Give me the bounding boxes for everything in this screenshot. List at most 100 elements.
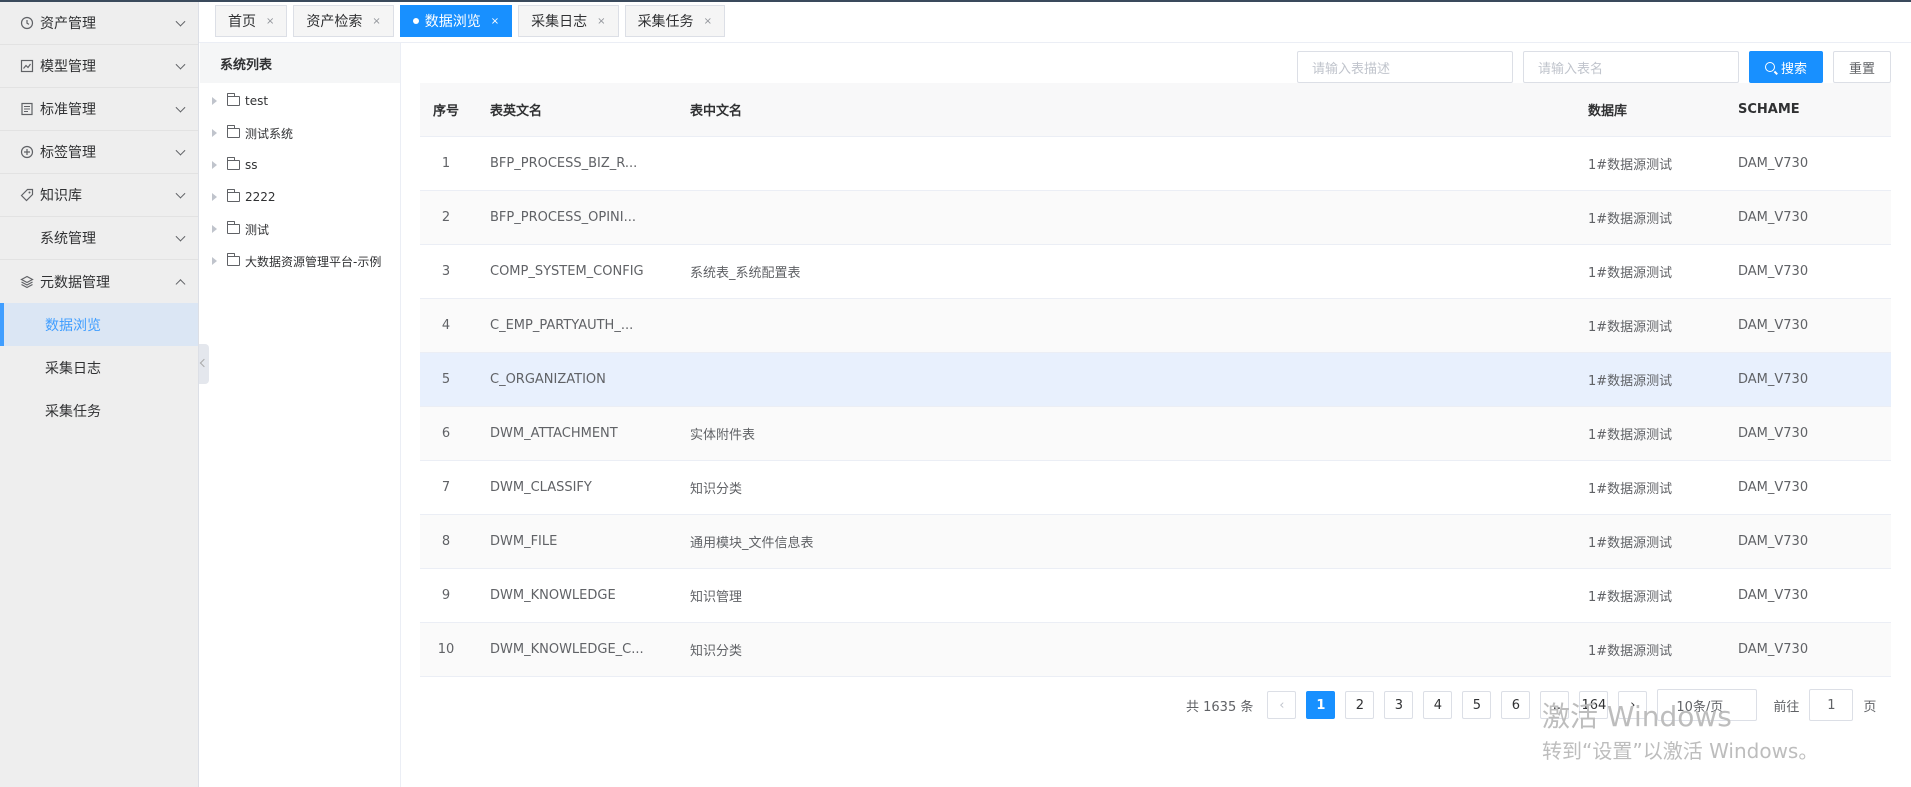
table-row[interactable]: 5 C_ORGANIZATION 1#数据源测试 DAM_V730	[420, 353, 1891, 407]
chevron-up-icon	[175, 278, 186, 289]
cell-database: 1#数据源测试	[1588, 482, 1673, 497]
tab-label: 首页	[228, 14, 256, 30]
search-button-label: 搜索	[1780, 61, 1807, 77]
sidebar-item-standard[interactable]: 标准管理	[0, 88, 198, 131]
table-row[interactable]: 8 DWM_FILE 通用模块_文件信息表 1#数据源测试 DAM_V730	[420, 515, 1891, 569]
cell-cn-name: 通用模块_文件信息表	[690, 536, 814, 551]
table-name-input[interactable]: 请输入表名	[1522, 51, 1739, 83]
caret-right-icon[interactable]	[212, 129, 217, 137]
cell-en-name: BFP_PROCESS_BIZ_R...	[490, 156, 638, 171]
sidebar-subitem-label: 采集日志	[45, 360, 101, 377]
sidebar-subitem-data-browse[interactable]: 数据浏览	[0, 303, 198, 346]
cell-schema: DAM_V730	[1738, 426, 1809, 441]
tab-collect-log[interactable]: 采集日志 ×	[518, 5, 619, 37]
search-bar: 请输入表描述 请输入表名 搜索 重置	[1296, 51, 1891, 83]
tag-icon	[20, 188, 34, 202]
caret-right-icon[interactable]	[212, 193, 217, 201]
cell-index: 6	[441, 426, 451, 441]
cell-en-name: DWM_KNOWLEDGE_C...	[490, 642, 644, 657]
search-button[interactable]: 搜索	[1748, 51, 1823, 83]
clock-icon	[20, 16, 34, 30]
cell-cn-name: 系统表_系统配置表	[690, 266, 801, 281]
caret-right-icon[interactable]	[212, 97, 217, 105]
sidebar-item-metadata[interactable]: 元数据管理	[0, 260, 198, 303]
caret-right-icon[interactable]	[212, 257, 217, 265]
cell-database: 1#数据源测试	[1588, 266, 1673, 281]
plus-circle-icon	[20, 145, 34, 159]
sidebar-item-tag[interactable]: 标签管理	[0, 131, 198, 174]
table-desc-input[interactable]: 请输入表描述	[1296, 51, 1513, 83]
table-row[interactable]: 1 BFP_PROCESS_BIZ_R... 1#数据源测试 DAM_V730	[420, 137, 1891, 191]
sidebar-item-system[interactable]: 系统管理	[0, 217, 198, 260]
sidebar-item-label: 资产管理	[40, 16, 96, 32]
page-button[interactable]: 6	[1501, 691, 1531, 719]
chevron-down-icon	[175, 102, 186, 113]
table-row[interactable]: 2 BFP_PROCESS_OPINI... 1#数据源测试 DAM_V730	[420, 191, 1891, 245]
sidebar-item-knowledge[interactable]: 知识库	[0, 174, 198, 217]
tree-node[interactable]: ss	[200, 149, 400, 181]
cell-schema: DAM_V730	[1738, 264, 1809, 279]
cell-database: 1#数据源测试	[1588, 590, 1673, 605]
cell-index: 1	[441, 156, 451, 171]
search-icon	[1764, 62, 1775, 72]
tab-label: 采集任务	[637, 14, 694, 30]
sidebar-item-asset[interactable]: 资产管理	[0, 2, 198, 45]
cell-schema: DAM_V730	[1738, 534, 1809, 549]
tab-collect-task[interactable]: 采集任务 ×	[624, 5, 725, 37]
watermark-line1: 激活 Windows	[1542, 700, 1732, 733]
cell-index: 8	[441, 534, 451, 549]
tab-asset-search[interactable]: 资产检索 ×	[293, 5, 394, 37]
table-row[interactable]: 9 DWM_KNOWLEDGE 知识管理 1#数据源测试 DAM_V730	[420, 569, 1891, 623]
close-icon[interactable]: ×	[266, 16, 274, 27]
page-button[interactable]: 2	[1345, 691, 1375, 719]
cell-database: 1#数据源测试	[1588, 428, 1673, 443]
reset-button[interactable]: 重置	[1832, 51, 1891, 83]
sidebar-item-label: 模型管理	[40, 59, 96, 75]
sidebar-item-label: 标准管理	[40, 102, 96, 118]
chart-icon	[20, 59, 34, 73]
table-row[interactable]: 6 DWM_ATTACHMENT 实体附件表 1#数据源测试 DAM_V730	[420, 407, 1891, 461]
caret-right-icon[interactable]	[212, 161, 217, 169]
close-icon[interactable]: ×	[597, 16, 605, 27]
table-row[interactable]: 3 COMP_SYSTEM_CONFIG 系统表_系统配置表 1#数据源测试 DAM_V…	[420, 245, 1891, 299]
folder-icon	[227, 157, 240, 170]
chevron-down-icon	[175, 145, 186, 156]
cell-index: 9	[441, 588, 451, 603]
tab-home[interactable]: 首页 ×	[215, 5, 288, 37]
cell-database: 1#数据源测试	[1588, 536, 1673, 551]
folder-icon	[227, 93, 240, 106]
table-row[interactable]: 7 DWM_CLASSIFY 知识分类 1#数据源测试 DAM_V730	[420, 461, 1891, 515]
tab-label: 资产检索	[306, 14, 363, 30]
table-row[interactable]: 4 C_EMP_PARTYAUTH_... 1#数据源测试 DAM_V730	[420, 299, 1891, 353]
close-icon[interactable]: ×	[704, 16, 712, 27]
cell-cn-name: 实体附件表	[690, 428, 756, 443]
close-icon[interactable]: ×	[491, 16, 499, 27]
tab-data-browse[interactable]: 数据浏览 ×	[399, 5, 513, 37]
cell-index: 10	[437, 642, 455, 657]
folder-icon	[227, 253, 240, 266]
sidebar-item-model[interactable]: 模型管理	[0, 45, 198, 88]
prev-page-button[interactable]: ‹	[1267, 691, 1297, 719]
close-icon[interactable]: ×	[372, 16, 380, 27]
sidebar-item-label: 元数据管理	[40, 274, 110, 291]
chevron-down-icon	[175, 231, 186, 242]
tree-node[interactable]: test	[200, 85, 400, 117]
sidebar-subitem-collect-task[interactable]: 采集任务	[0, 389, 198, 432]
cell-en-name: C_ORGANIZATION	[490, 372, 606, 387]
page-button[interactable]: 3	[1384, 691, 1414, 719]
table-row[interactable]: 10 DWM_KNOWLEDGE_C... 知识分类 1#数据源测试 DAM_V730	[420, 623, 1891, 677]
tree-node[interactable]: 测试系统	[200, 117, 400, 149]
cell-cn-name: 知识分类	[690, 644, 743, 659]
cell-en-name: DWM_FILE	[490, 534, 558, 549]
tree-node[interactable]: 测试	[200, 213, 400, 245]
page-button[interactable]: 1	[1306, 691, 1336, 719]
tree-node[interactable]: 大数据资源管理平台-示例	[200, 245, 400, 277]
sidebar-subitem-collect-log[interactable]: 采集日志	[0, 346, 198, 389]
cell-en-name: DWM_CLASSIFY	[490, 480, 592, 495]
page-button[interactable]: 5	[1462, 691, 1492, 719]
tree-node[interactable]: 2222	[200, 181, 400, 213]
page-button[interactable]: 4	[1423, 691, 1453, 719]
column-header-en-name: 表英文名	[490, 104, 543, 119]
caret-right-icon[interactable]	[212, 225, 217, 233]
windows-activation-watermark: 激活 Windows 转到“设置”以激活 Windows。	[1542, 700, 1818, 766]
